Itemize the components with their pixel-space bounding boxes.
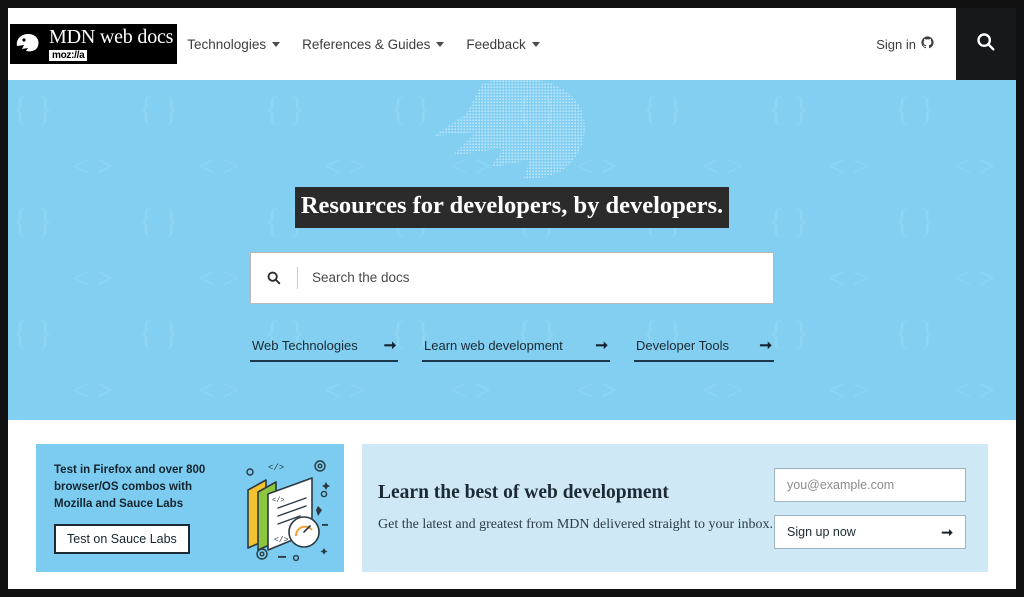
hero-link-web-technologies[interactable]: Web Technologies ➞ <box>250 338 398 362</box>
search-icon <box>251 270 297 286</box>
promo-text: Test in Firefox and over 800 browser/OS … <box>54 462 219 513</box>
hero-link-label: Web Technologies <box>252 338 358 353</box>
logo-title: MDN web docs <box>49 27 173 48</box>
newsletter-title: Learn the best of web development <box>378 482 774 503</box>
nav-item-label: Technologies <box>187 37 266 52</box>
hero-search-bar[interactable] <box>250 252 774 304</box>
nav-item-label: Feedback <box>466 37 525 52</box>
mdn-wordmark: MDN web docs moz://a <box>46 24 177 64</box>
browser-stack-gauge-illustration-icon: </> </> </> <box>238 452 334 564</box>
search-input[interactable] <box>298 253 773 303</box>
hero-link-label: Learn web development <box>424 338 563 353</box>
hero-link-developer-tools[interactable]: Developer Tools ➞ <box>634 338 774 362</box>
email-input[interactable] <box>774 468 966 502</box>
mdn-dino-icon <box>10 24 46 64</box>
sign-up-now-button[interactable]: Sign up now ➞ <box>774 515 966 549</box>
github-icon <box>921 36 934 52</box>
header-search-button[interactable] <box>956 8 1016 80</box>
hero-link-learn-web-development[interactable]: Learn web development ➞ <box>422 338 610 362</box>
newsletter-form: Sign up now ➞ <box>774 468 966 549</box>
arrow-right-icon: ➞ <box>384 338 397 353</box>
site-header: MDN web docs moz://a Technologies Refere… <box>8 8 1016 80</box>
header-right: Sign in <box>876 8 1016 80</box>
nav-item-technologies[interactable]: Technologies <box>187 37 280 52</box>
main-nav: Technologies References & Guides Feedbac… <box>187 37 539 52</box>
newsletter-card: Learn the best of web development Get th… <box>362 444 988 572</box>
promo-text-wrap: Test in Firefox and over 800 browser/OS … <box>54 462 238 554</box>
newsletter-copy: Learn the best of web development Get th… <box>378 482 774 534</box>
hero-quick-links: Web Technologies ➞ Learn web development… <box>250 338 774 362</box>
arrow-right-icon: ➞ <box>759 338 772 353</box>
test-on-sauce-labs-button[interactable]: Test on Sauce Labs <box>54 524 190 554</box>
hero-section: { } < > Resources for developers, by dev… <box>8 80 1016 420</box>
hero-tagline: Resources for developers, by developers. <box>295 187 729 228</box>
chevron-down-icon <box>532 42 540 47</box>
sign-up-label: Sign up now <box>787 525 856 539</box>
nav-item-references-guides[interactable]: References & Guides <box>302 37 444 52</box>
chevron-down-icon <box>436 42 444 47</box>
cards-region: Test in Firefox and over 800 browser/OS … <box>8 420 1016 572</box>
sign-in-button[interactable]: Sign in <box>876 36 934 52</box>
newsletter-subtitle: Get the latest and greatest from MDN del… <box>378 517 774 534</box>
svg-text:</>: </> <box>268 463 284 473</box>
sign-in-label: Sign in <box>876 37 916 52</box>
svg-text:</>: </> <box>272 497 285 505</box>
arrow-right-icon: ➞ <box>941 525 953 539</box>
chevron-down-icon <box>272 42 280 47</box>
nav-item-feedback[interactable]: Feedback <box>466 37 539 52</box>
hero-link-label: Developer Tools <box>636 338 729 353</box>
search-icon <box>975 31 997 58</box>
browser-page: MDN web docs moz://a Technologies Refere… <box>8 8 1016 589</box>
logo-subtitle: moz://a <box>49 50 87 61</box>
sauce-labs-promo-card: Test in Firefox and over 800 browser/OS … <box>36 444 344 572</box>
nav-item-label: References & Guides <box>302 37 430 52</box>
arrow-right-icon: ➞ <box>595 338 608 353</box>
svg-text:</>: </> <box>274 536 289 545</box>
mdn-logo[interactable]: MDN web docs moz://a <box>10 21 177 67</box>
hero-content: Resources for developers, by developers.… <box>8 80 1016 420</box>
